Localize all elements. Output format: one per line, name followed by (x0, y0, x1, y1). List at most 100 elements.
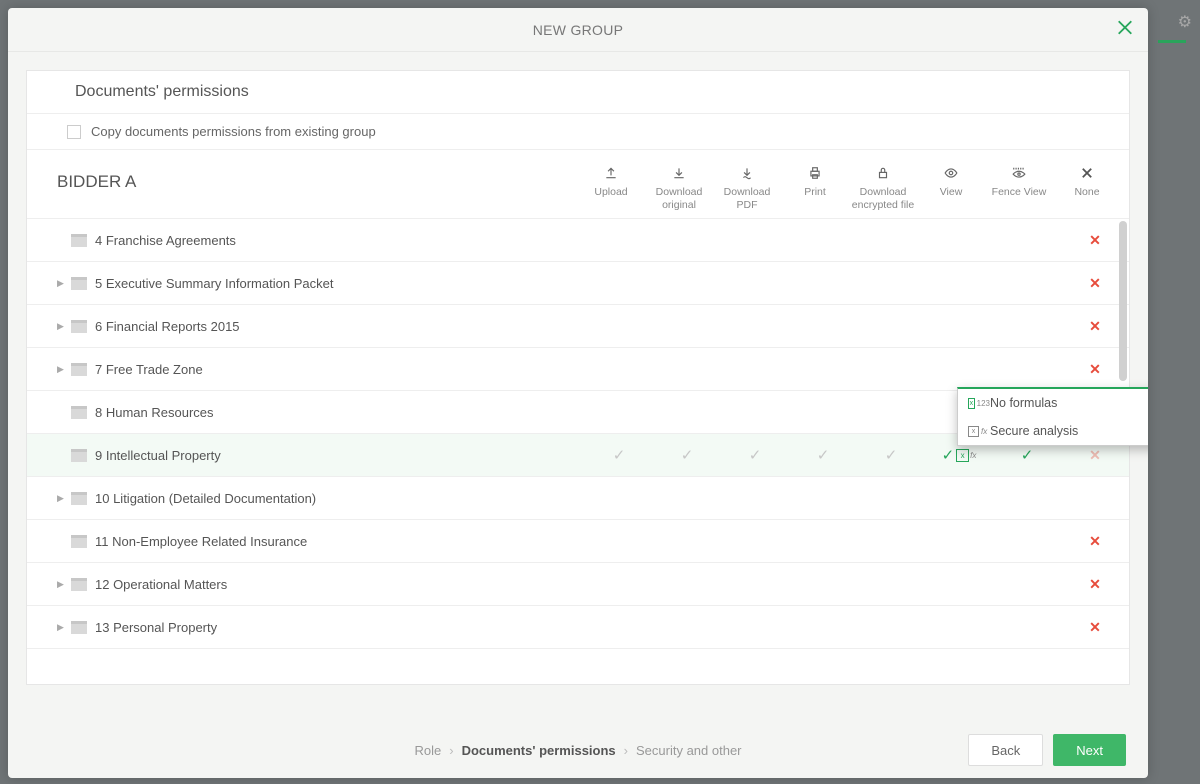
perm-cell[interactable] (721, 533, 789, 550)
col-download-original[interactable]: Download original (645, 164, 713, 212)
perm-cell[interactable] (789, 318, 857, 335)
col-none[interactable]: None (1053, 164, 1121, 212)
perm-cell[interactable] (857, 361, 925, 378)
perm-cell[interactable] (993, 533, 1061, 550)
perm-cell[interactable] (857, 576, 925, 593)
dropdown-item-no-formulas[interactable]: x123 No formulas (958, 389, 1148, 417)
perm-cell[interactable] (653, 318, 721, 335)
perm-cell[interactable] (721, 361, 789, 378)
col-print[interactable]: Print (781, 164, 849, 212)
perm-cell[interactable] (789, 576, 857, 593)
perm-cell[interactable] (993, 232, 1061, 249)
col-upload[interactable]: Upload (577, 164, 645, 212)
perm-cell[interactable] (789, 619, 857, 636)
perm-cell[interactable] (993, 619, 1061, 636)
table-row[interactable]: ▶4 Franchise Agreements✕ (27, 219, 1129, 262)
perm-cell[interactable] (789, 275, 857, 292)
perm-cell[interactable]: ✕ (1061, 533, 1129, 550)
perm-cell[interactable] (925, 232, 993, 249)
expand-icon[interactable]: ▶ (57, 278, 71, 289)
perm-cell[interactable] (585, 232, 653, 249)
table-row[interactable]: ▶5 Executive Summary Information Packet✕ (27, 262, 1129, 305)
perm-cell[interactable] (789, 404, 857, 421)
perm-cell[interactable] (857, 533, 925, 550)
perm-cell[interactable]: ✕ (1061, 619, 1129, 636)
perm-cell[interactable]: ✓ (653, 446, 721, 464)
perm-cell[interactable] (925, 533, 993, 550)
table-row[interactable]: ▶11 Non-Employee Related Insurance✕ (27, 520, 1129, 563)
table-row[interactable]: ▶10 Litigation (Detailed Documentation) (27, 477, 1129, 520)
copy-permissions-checkbox[interactable] (67, 125, 81, 139)
perm-cell[interactable]: ✓ (993, 446, 1061, 464)
breadcrumb-permissions[interactable]: Documents' permissions (462, 743, 616, 758)
perm-cell[interactable] (789, 533, 857, 550)
perm-cell[interactable] (721, 404, 789, 421)
folder-icon (71, 535, 87, 548)
expand-icon[interactable]: ▶ (57, 579, 71, 590)
col-download-encrypted[interactable]: Download encrypted file (849, 164, 917, 212)
close-button[interactable] (1116, 18, 1134, 41)
perm-cell[interactable] (925, 318, 993, 335)
perm-cell[interactable] (857, 275, 925, 292)
scrollbar-thumb[interactable] (1119, 221, 1127, 381)
back-button[interactable]: Back (968, 734, 1043, 766)
expand-icon[interactable]: ▶ (57, 622, 71, 633)
col-download-pdf[interactable]: Download PDF (713, 164, 781, 212)
perm-cell[interactable] (925, 576, 993, 593)
perm-cell[interactable] (721, 318, 789, 335)
col-view[interactable]: View (917, 164, 985, 212)
perm-cell[interactable] (993, 361, 1061, 378)
perm-cell[interactable] (653, 404, 721, 421)
perm-cell[interactable] (585, 533, 653, 550)
perm-cell[interactable]: ✓ (857, 446, 925, 464)
perm-cell[interactable] (789, 232, 857, 249)
perm-cell[interactable] (585, 404, 653, 421)
perm-cell[interactable] (857, 619, 925, 636)
perm-cell[interactable] (993, 576, 1061, 593)
expand-icon[interactable]: ▶ (57, 493, 71, 504)
expand-icon[interactable]: ▶ (57, 321, 71, 332)
perm-cell[interactable] (993, 318, 1061, 335)
perm-cell[interactable] (653, 619, 721, 636)
perm-cell[interactable]: ✓ (721, 446, 789, 464)
table-row[interactable]: ▶ 12 Operational Matters ✕ (27, 563, 1129, 606)
perm-cell[interactable] (857, 404, 925, 421)
perm-cell[interactable] (789, 361, 857, 378)
perm-cell[interactable] (585, 361, 653, 378)
perm-cell[interactable] (993, 275, 1061, 292)
table-row[interactable]: ▶7 Free Trade Zone✕ (27, 348, 1129, 391)
breadcrumb-role[interactable]: Role (414, 743, 441, 758)
table-row[interactable]: ▶6 Financial Reports 2015✕ (27, 305, 1129, 348)
perm-cell[interactable] (653, 576, 721, 593)
perm-cell[interactable] (585, 619, 653, 636)
perm-cell[interactable] (925, 361, 993, 378)
perm-cell[interactable] (585, 275, 653, 292)
next-button[interactable]: Next (1053, 734, 1126, 766)
perm-cell[interactable] (857, 232, 925, 249)
perm-cell[interactable] (721, 576, 789, 593)
perm-cell[interactable]: ✕ (1061, 446, 1129, 464)
perm-cell[interactable] (653, 275, 721, 292)
perm-cell[interactable]: ✓xfx (925, 446, 993, 464)
table-row[interactable]: ▶13 Personal Property✕ (27, 606, 1129, 649)
perm-cell[interactable] (653, 361, 721, 378)
perm-cell[interactable] (925, 619, 993, 636)
perm-cell[interactable] (857, 318, 925, 335)
perm-cell[interactable] (585, 576, 653, 593)
col-fence-view[interactable]: Fence View (985, 164, 1053, 212)
perm-cell[interactable] (925, 275, 993, 292)
perm-cell[interactable] (653, 232, 721, 249)
expand-icon[interactable]: ▶ (57, 364, 71, 375)
perm-cell[interactable]: ✕ (1061, 576, 1129, 593)
dropdown-item-secure-analysis[interactable]: xfx Secure analysis (958, 417, 1148, 445)
perm-cell[interactable] (585, 318, 653, 335)
breadcrumb-security[interactable]: Security and other (636, 743, 742, 758)
perm-cell[interactable] (653, 533, 721, 550)
row-label: 12 Operational Matters (95, 577, 585, 592)
perm-cell[interactable] (721, 619, 789, 636)
perm-cell[interactable]: ✓ (585, 446, 653, 464)
perm-cell[interactable] (721, 232, 789, 249)
perm-cell[interactable]: ✓ (789, 446, 857, 464)
rows-container[interactable]: ▶4 Franchise Agreements✕▶5 Executive Sum… (27, 219, 1129, 684)
perm-cell[interactable] (721, 275, 789, 292)
